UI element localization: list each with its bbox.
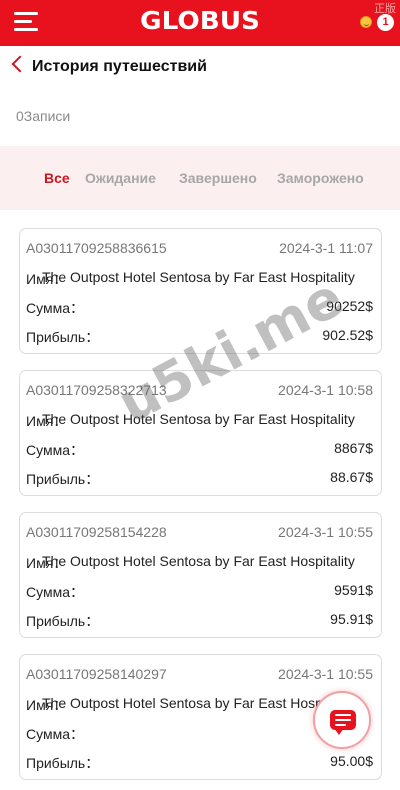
page-title: История путешествий <box>32 58 207 75</box>
chat-bubble-icon <box>330 710 356 735</box>
amount-value: 9591$ <box>334 582 373 598</box>
order-id: A03011709258836615 <box>26 240 167 256</box>
tab-all[interactable]: Все <box>44 170 70 186</box>
back-chevron-icon[interactable] <box>11 55 29 73</box>
amount-label: Сумма： <box>26 442 84 458</box>
profit-label: Прибыль： <box>26 471 100 487</box>
order-time: 2024-3-1 10:55 <box>278 524 373 540</box>
profit-label: Прибыль： <box>26 613 100 629</box>
profit-value: 95.91$ <box>330 611 373 627</box>
hotel-name: The Outpost Hotel Sentosa by Far East Ho… <box>42 411 355 427</box>
amount-label: Сумма： <box>26 726 84 742</box>
page-header: История путешествий <box>0 46 400 88</box>
globus-logo: GLOBUS <box>140 6 260 35</box>
tab-pending[interactable]: Ожидание <box>85 170 156 186</box>
top-bar: GLOBUS 正版 1 <box>0 0 400 46</box>
status-tabs: Все Ожидание Завершено Заморожено <box>0 146 400 210</box>
order-time: 2024-3-1 10:58 <box>278 382 373 398</box>
profit-value: 88.67$ <box>330 469 373 485</box>
profit-label: Прибыль： <box>26 329 100 345</box>
amount-value: 8867$ <box>334 440 373 456</box>
notification-badge[interactable]: 1 <box>377 14 394 31</box>
order-card[interactable]: A03011709258154228 2024-3-1 10:55 Имя： T… <box>19 512 382 638</box>
emoji-face-icon <box>360 16 372 28</box>
profit-label: Прибыль： <box>26 755 100 771</box>
hotel-name: The Outpost Hotel Sentosa by Far East Ho… <box>42 695 355 711</box>
tab-completed[interactable]: Завершено <box>179 170 257 186</box>
tab-frozen[interactable]: Заморожено <box>277 170 364 186</box>
records-count: 0Записи <box>16 108 71 124</box>
order-time: 2024-3-1 11:07 <box>279 240 373 256</box>
profit-value: 95.00$ <box>330 753 373 769</box>
order-time: 2024-3-1 10:55 <box>278 666 373 682</box>
order-id: A03011709258140297 <box>26 666 167 682</box>
amount-label: Сумма： <box>26 584 84 600</box>
order-id: A03011709258154228 <box>26 524 167 540</box>
hotel-name: The Outpost Hotel Sentosa by Far East Ho… <box>42 553 355 569</box>
amount-label: Сумма： <box>26 300 84 316</box>
chat-support-button[interactable] <box>313 691 371 749</box>
